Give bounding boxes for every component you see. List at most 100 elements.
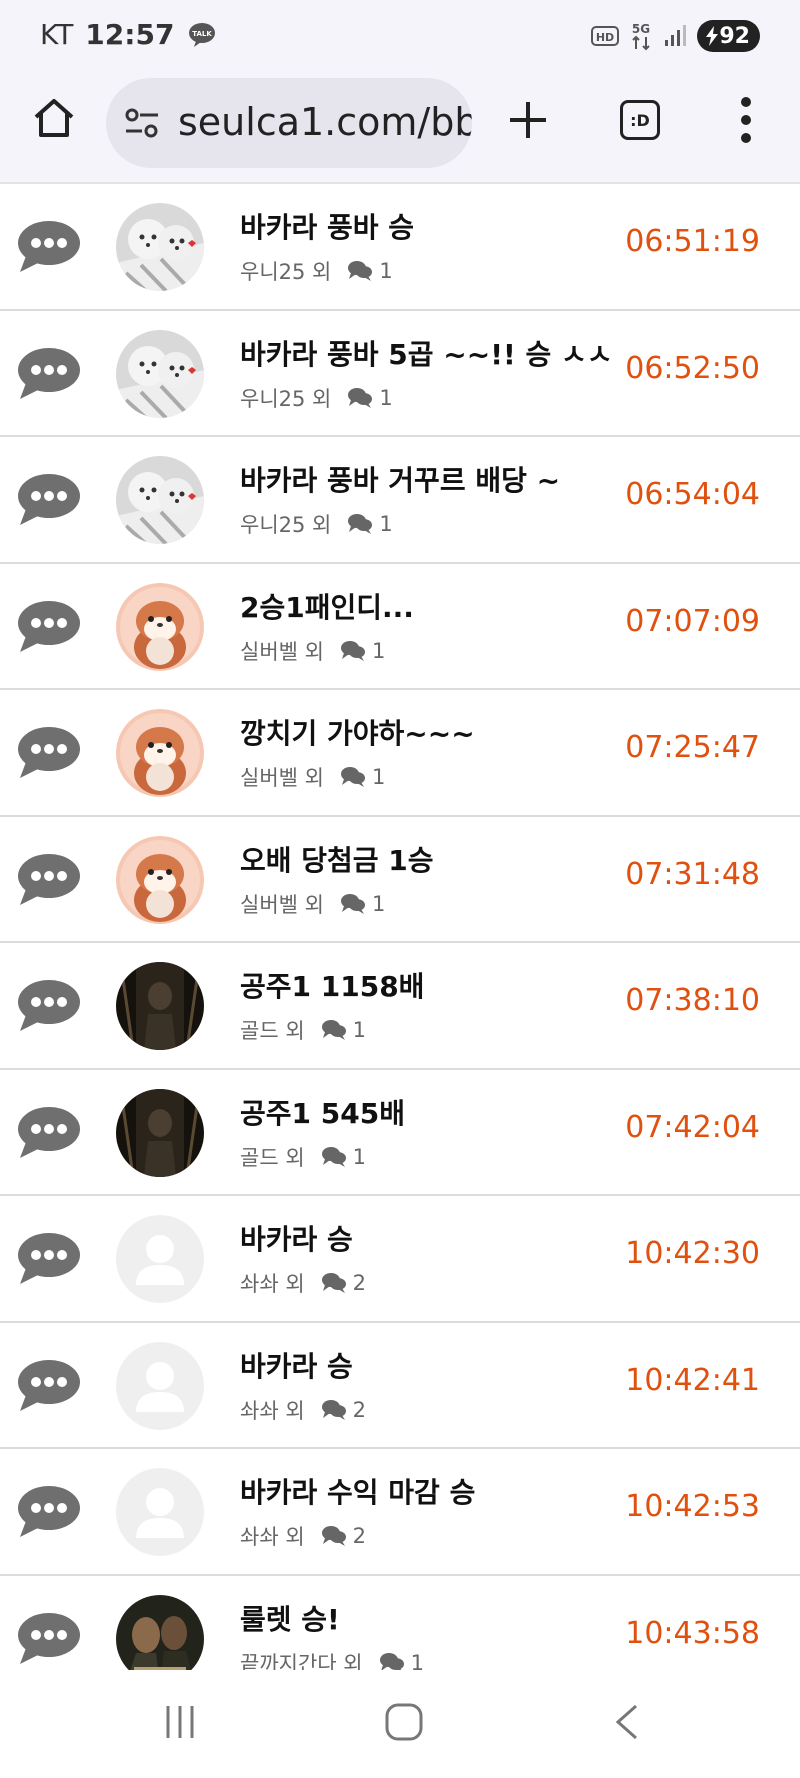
chat-bubble-dots-icon bbox=[18, 727, 80, 778]
plus-icon[interactable] bbox=[506, 98, 550, 142]
avatar[interactable] bbox=[116, 1215, 204, 1303]
browser-toolbar: seulca1.com/bb :D bbox=[0, 72, 800, 184]
post-meta: 솨솨 외 2 bbox=[240, 1521, 366, 1551]
post-title[interactable]: 룰렛 승! bbox=[240, 1598, 340, 1638]
post-meta: 끝까지간다 외 1 bbox=[240, 1648, 424, 1671]
comment-count: 1 bbox=[410, 1650, 424, 1671]
comment-count: 1 bbox=[352, 1144, 367, 1169]
post-time: 10:43:58 bbox=[625, 1615, 760, 1651]
avatar[interactable] bbox=[116, 1341, 204, 1430]
comment-bubbles-icon bbox=[348, 514, 373, 534]
home-icon[interactable] bbox=[32, 96, 76, 140]
post-title[interactable]: 바카라 풍바 승 bbox=[240, 206, 414, 246]
post-author: 솨솨 외 bbox=[240, 1398, 305, 1423]
avatar[interactable] bbox=[116, 709, 204, 797]
chat-bubble-dots-icon bbox=[18, 1612, 80, 1664]
post-time: 07:07:09 bbox=[625, 603, 760, 639]
post-author: 끝까지간다 외 bbox=[240, 1651, 363, 1671]
comment-bubbles-icon bbox=[321, 1526, 346, 1546]
post-author: 골드 외 bbox=[240, 1145, 305, 1170]
post-time: 06:51:19 bbox=[625, 224, 760, 259]
tab-switcher-label: :D bbox=[630, 110, 650, 130]
battery-level: 92 bbox=[719, 23, 750, 49]
list-item[interactable]: 깡치기 가야하~~~ 실버벨 외 1 07:25:47 bbox=[0, 690, 800, 817]
address-bar[interactable]: seulca1.com/bb bbox=[106, 78, 472, 168]
comment-count: 1 bbox=[379, 259, 393, 283]
comment-bubbles-icon bbox=[340, 640, 365, 661]
post-author: 우니25 외 bbox=[240, 260, 332, 284]
comment-count: 1 bbox=[371, 891, 386, 916]
more-vert-icon[interactable] bbox=[736, 96, 756, 144]
list-item[interactable]: 바카라 풍바 거꾸르 배당 ~ 우니25 외 1 06:54:04 bbox=[0, 437, 800, 564]
chat-bubble-dots-icon bbox=[18, 853, 80, 905]
list-item[interactable]: 바카라 승 솨솨 외 2 10:42:41 bbox=[0, 1322, 800, 1449]
list-item[interactable]: 바카라 풍바 5곱 ~~!! 승 ㅅㅅ 우니25 외 1 06:52:50 bbox=[0, 310, 800, 437]
comment-count: 1 bbox=[379, 512, 393, 536]
post-meta: 솨솨 외 2 bbox=[240, 1395, 366, 1425]
post-title[interactable]: 바카라 풍바 거꾸르 배당 ~ bbox=[240, 459, 560, 499]
post-title[interactable]: 공주1 1158배 bbox=[240, 965, 424, 1005]
post-author: 솨솨 외 bbox=[240, 1272, 305, 1296]
list-item[interactable]: 룰렛 승! 끝까지간다 외 1 10:43:58 bbox=[0, 1575, 800, 1671]
post-time: 10:42:30 bbox=[625, 1236, 760, 1271]
list-item[interactable]: 바카라 승 솨솨 외 2 10:42:30 bbox=[0, 1196, 800, 1323]
post-title[interactable]: 2승1패인디... bbox=[240, 586, 414, 626]
status-right: HD 5G 92 bbox=[591, 20, 760, 52]
avatar[interactable] bbox=[116, 456, 204, 544]
post-title[interactable]: 바카라 승 bbox=[240, 1218, 353, 1258]
avatar[interactable] bbox=[116, 1594, 204, 1670]
comment-bubbles-icon bbox=[321, 1399, 346, 1420]
post-meta: 솨솨 외 2 bbox=[240, 1268, 366, 1298]
list-item[interactable]: 바카라 풍바 승 우니25 외 1 06:51:19 bbox=[0, 184, 800, 311]
avatar[interactable] bbox=[116, 835, 204, 924]
post-author: 실버벨 외 bbox=[240, 892, 324, 917]
tab-switcher-button[interactable]: :D bbox=[620, 100, 660, 140]
avatar[interactable] bbox=[116, 962, 204, 1050]
post-title[interactable]: 바카라 승 bbox=[240, 1345, 353, 1385]
avatar[interactable] bbox=[116, 329, 204, 418]
post-list: 바카라 풍바 승 우니25 외 1 06:51:19 바카라 풍바 5곱 ~~!… bbox=[0, 184, 800, 1670]
avatar[interactable] bbox=[116, 1468, 204, 1556]
nav-home-icon[interactable] bbox=[384, 1702, 424, 1742]
chat-bubble-dots-icon bbox=[18, 1233, 80, 1284]
chat-bubble-dots-icon bbox=[18, 221, 80, 272]
list-item[interactable]: 바카라 수익 마감 승 솨솨 외 2 10:42:53 bbox=[0, 1449, 800, 1576]
avatar[interactable] bbox=[116, 1088, 204, 1177]
avatar[interactable] bbox=[116, 582, 204, 671]
list-item[interactable]: 공주1 1158배 골드 외 1 07:38:10 bbox=[0, 943, 800, 1070]
post-time: 07:25:47 bbox=[625, 730, 760, 765]
comment-bubbles-icon bbox=[348, 261, 373, 281]
back-icon[interactable] bbox=[612, 1702, 642, 1742]
list-item[interactable]: 오배 당첨금 1승 실버벨 외 1 07:31:48 bbox=[0, 816, 800, 943]
post-title[interactable]: 공주1 545배 bbox=[240, 1092, 405, 1132]
comment-bubbles-icon bbox=[348, 387, 373, 408]
comment-count: 1 bbox=[371, 765, 386, 789]
post-time: 10:42:53 bbox=[625, 1489, 760, 1524]
post-title[interactable]: 바카라 수익 마감 승 bbox=[240, 1471, 475, 1511]
comment-count: 1 bbox=[379, 385, 393, 410]
post-meta: 우니25 외 1 bbox=[240, 256, 393, 286]
post-author: 우니25 외 bbox=[240, 513, 332, 537]
list-item[interactable]: 공주1 545배 골드 외 1 07:42:04 bbox=[0, 1069, 800, 1196]
comment-bubbles-icon bbox=[340, 893, 365, 914]
avatar[interactable] bbox=[116, 203, 204, 291]
recent-apps-icon[interactable] bbox=[162, 1702, 198, 1742]
post-time: 10:42:41 bbox=[625, 1362, 760, 1398]
post-title[interactable]: 바카라 풍바 5곱 ~~!! 승 ㅅㅅ bbox=[240, 333, 613, 373]
post-title[interactable]: 오배 당첨금 1승 bbox=[240, 839, 434, 879]
chat-bubble-dots-icon bbox=[18, 600, 80, 652]
chat-bubble-dots-icon bbox=[18, 1106, 80, 1158]
url-text[interactable]: seulca1.com/bb bbox=[178, 100, 472, 144]
post-title[interactable]: 깡치기 가야하~~~ bbox=[240, 712, 475, 752]
comment-count: 2 bbox=[352, 1271, 367, 1295]
network-label: 5G bbox=[632, 22, 650, 36]
charging-bolt-icon bbox=[706, 26, 719, 46]
clock: 12:57 bbox=[85, 18, 175, 51]
comment-bubbles-icon bbox=[379, 1652, 404, 1670]
site-settings-icon[interactable] bbox=[124, 107, 160, 139]
kakaotalk-icon: TALK bbox=[189, 22, 216, 47]
battery-indicator: 92 bbox=[697, 20, 760, 52]
hd-icon: HD bbox=[591, 26, 620, 46]
list-item[interactable]: 2승1패인디... 실버벨 외 1 07:07:09 bbox=[0, 563, 800, 690]
chat-bubble-dots-icon bbox=[18, 474, 80, 525]
